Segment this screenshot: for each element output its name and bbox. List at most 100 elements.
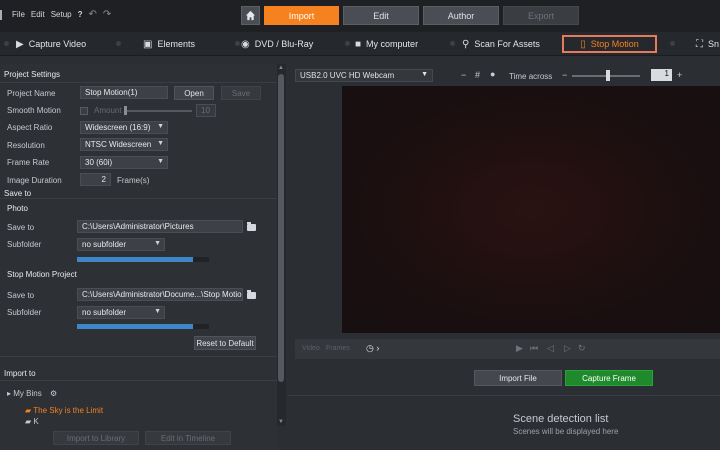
chevron-down-icon: ▼ (157, 123, 164, 130)
redo-icon[interactable]: ↷ (103, 9, 111, 20)
project-subfolder-select[interactable]: no subfolder ▼ (77, 306, 165, 319)
stop-motion-icon: ▯ (580, 38, 586, 50)
time-across-minus-icon[interactable]: − (562, 70, 567, 80)
chevron-down-icon: ▼ (154, 240, 161, 247)
settings-scrollbar[interactable]: ▲ ▼ (277, 64, 286, 426)
source-snapshot-label: Sn (708, 39, 720, 49)
project-subfolder-label: Subfolder (7, 308, 42, 317)
smooth-motion-label: Smooth Motion (7, 106, 61, 115)
source-stop-motion[interactable]: ▯ Stop Motion (562, 35, 657, 53)
source-elements[interactable]: ▣ Elements (143, 35, 195, 53)
bin-item-label: K (33, 417, 39, 426)
save-to-header: Save to (4, 189, 32, 198)
step-forward-icon[interactable]: ▷ (564, 343, 571, 354)
folder-browse-icon[interactable] (247, 222, 256, 231)
my-bins-item[interactable]: ▸ My Bins ⚙ (7, 389, 57, 398)
source-capture-video[interactable]: ▶ Capture Video (16, 35, 86, 53)
frame-rate-label: Frame Rate (7, 158, 50, 167)
bin-item[interactable]: ▰ The Sky is the Limit (25, 406, 103, 415)
capture-frame-button[interactable]: Capture Frame (565, 370, 653, 386)
frame-rate-select[interactable]: 30 (60i) ▼ (80, 156, 168, 169)
menu-file[interactable]: File (12, 10, 25, 19)
tab-import[interactable]: Import (264, 6, 339, 25)
project-name-field[interactable]: Stop Motion(1) (80, 86, 168, 99)
settings-panel: Project Settings Project Name Stop Motio… (0, 64, 278, 450)
skip-back-icon[interactable]: ⏮ (530, 343, 538, 354)
open-button[interactable]: Open (174, 86, 214, 100)
project-path-field[interactable]: C:\Users\Administrator\Docume...\Stop Mo… (77, 288, 243, 301)
save-button: Save (221, 86, 261, 100)
project-save-to-label: Save to (7, 291, 35, 300)
photo-subfolder-label: Subfolder (7, 240, 42, 249)
source-my-computer-label: My computer (366, 39, 419, 49)
amount-slider-thumb[interactable] (124, 106, 127, 115)
transport-video-label[interactable]: Video (302, 345, 320, 352)
amount-value-field: 10 (196, 104, 216, 117)
help-icon[interactable]: ? (78, 10, 83, 19)
photo-path-field[interactable]: C:\Users\Administrator\Pictures (77, 220, 243, 233)
transport-bar (295, 339, 720, 359)
chevron-down-icon: ▼ (154, 308, 161, 315)
source-dvd[interactable]: ◉ DVD / Blu-Ray (241, 35, 313, 53)
separator-dot (235, 41, 240, 46)
reset-to-default-button[interactable]: Reset to Default (194, 336, 256, 350)
separator-dot (670, 41, 675, 46)
elements-icon: ▣ (143, 38, 153, 50)
photo-subfolder-value: no subfolder (82, 240, 127, 249)
amount-slider[interactable] (124, 106, 192, 115)
play-icon[interactable]: ▶ (516, 343, 523, 354)
overlay-circle-icon[interactable]: ● (490, 69, 495, 79)
smooth-motion-checkbox[interactable] (80, 107, 88, 115)
top-bar: File Edit Setup ? ↶ ↷ Import Edit Author… (0, 0, 720, 32)
bin-folder-icon: ▰ (25, 417, 32, 426)
preview-margin (295, 86, 342, 333)
app-window: File Edit Setup ? ↶ ↷ Import Edit Author… (0, 0, 720, 450)
resolution-select[interactable]: NTSC Widescreen ▼ (80, 138, 168, 151)
import-file-button[interactable]: Import File (474, 370, 562, 386)
transport-frames-label[interactable]: Frames (326, 345, 350, 352)
menu-edit[interactable]: Edit (31, 10, 45, 19)
bins-settings-icon[interactable]: ⚙ (50, 389, 57, 398)
scroll-down-icon[interactable]: ▼ (278, 419, 284, 425)
aspect-ratio-select[interactable]: Widescreen (16:9) ▼ (80, 121, 168, 134)
project-settings-header: Project Settings (4, 70, 61, 79)
timecode-clock-icon[interactable]: ◷ › (366, 343, 379, 354)
divider (288, 395, 720, 396)
camera-device-value: USB2.0 UVC HD Webcam (300, 71, 395, 80)
chevron-down-icon: ▼ (421, 71, 428, 78)
tab-author[interactable]: Author (423, 6, 499, 25)
resolution-label: Resolution (7, 141, 45, 150)
photo-save-to-label: Save to (7, 223, 35, 232)
folder-browse-icon[interactable] (247, 290, 256, 299)
menu-setup[interactable]: Setup (51, 10, 72, 19)
divider (0, 380, 278, 381)
camera-device-select[interactable]: USB2.0 UVC HD Webcam ▼ (295, 69, 433, 82)
time-across-plus-icon[interactable]: + (677, 70, 682, 80)
stop-motion-project-header: Stop Motion Project (7, 270, 77, 279)
source-scan-for-assets[interactable]: ⚲ Scan For Assets (462, 35, 540, 53)
project-disk-space-bar (77, 324, 209, 329)
onion-skin-minus-icon[interactable]: − (461, 70, 466, 80)
step-back-icon[interactable]: ◁ (547, 343, 554, 354)
loop-icon[interactable]: ↻ (578, 343, 586, 354)
divider (0, 198, 278, 199)
expand-arrow-icon: ▸ (7, 389, 12, 398)
source-snapshot[interactable]: ⛶ Sn (696, 35, 719, 53)
time-across-slider-thumb[interactable] (606, 70, 610, 81)
image-duration-unit: Frame(s) (117, 176, 150, 185)
home-button[interactable] (241, 6, 260, 25)
frame-rate-value: 30 (60i) (85, 158, 113, 167)
image-duration-field[interactable]: 2 (80, 173, 111, 186)
grid-icon[interactable]: # (475, 70, 480, 80)
source-my-computer[interactable]: ■ My computer (355, 35, 418, 53)
time-across-value[interactable]: 1 (651, 69, 672, 81)
undo-icon[interactable]: ↶ (88, 9, 96, 20)
photo-subfolder-select[interactable]: no subfolder ▼ (77, 238, 165, 251)
bin-item[interactable]: ▰ K (25, 417, 39, 426)
chevron-down-icon: ▼ (157, 140, 164, 147)
tab-edit[interactable]: Edit (343, 6, 419, 25)
source-dvd-label: DVD / Blu-Ray (254, 39, 314, 49)
scroll-up-icon[interactable]: ▲ (278, 65, 284, 71)
app-menu-icon[interactable] (0, 9, 6, 20)
scrollbar-thumb[interactable] (278, 74, 284, 382)
